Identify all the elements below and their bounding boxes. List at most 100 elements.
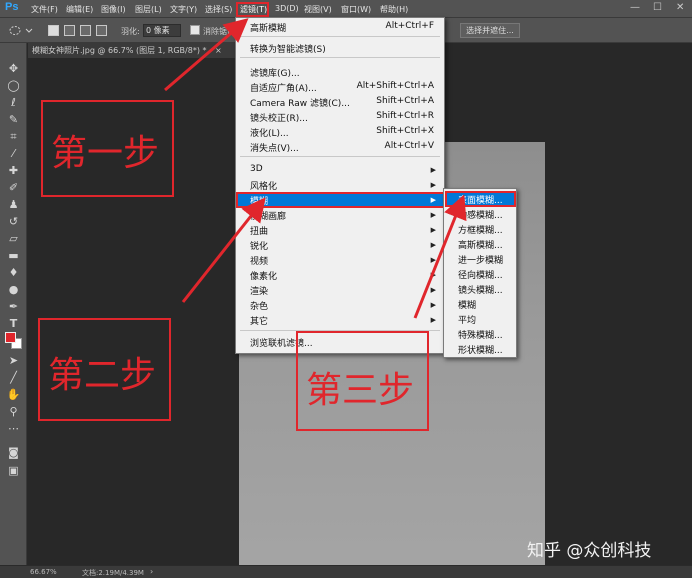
more-tools-icon[interactable]: ⋯ bbox=[6, 421, 21, 436]
submenu-item-motion-blur[interactable]: 动感模糊... bbox=[458, 208, 503, 221]
submenu-item-blur-more[interactable]: 进一步模糊 bbox=[458, 253, 503, 266]
submenu-arrow-icon: ▶ bbox=[430, 301, 436, 309]
select-and-mask-button[interactable]: 选择并遮住... bbox=[460, 23, 520, 38]
foreground-color-swatch[interactable] bbox=[5, 332, 16, 343]
menu-item-noise[interactable]: 杂色 bbox=[250, 299, 268, 312]
zoom-level[interactable]: 66.67% bbox=[30, 568, 57, 576]
eraser-tool-icon[interactable]: ▱ bbox=[6, 231, 21, 246]
menu-separator bbox=[240, 57, 440, 58]
new-selection-icon[interactable] bbox=[48, 25, 59, 36]
close-icon[interactable]: ✕ bbox=[676, 2, 684, 13]
clone-stamp-tool-icon[interactable]: ♟ bbox=[6, 197, 21, 212]
menu-item-shortcut: Shift+Ctrl+X bbox=[376, 126, 434, 136]
tools-panel: ✥ ◯ ℓ ✎ ⌗ ⁄ ✚ ✐ ♟ ↺ ▱ ▬ ♦ ● ✒ T ➤ ╱ ✋ ⚲ … bbox=[0, 43, 27, 565]
hand-tool-icon[interactable]: ✋ bbox=[6, 387, 21, 402]
menu-item-video[interactable]: 视频 bbox=[250, 254, 268, 267]
marquee-tool-icon[interactable]: ◯ bbox=[6, 78, 21, 93]
menu-file[interactable]: 文件(F) bbox=[31, 4, 58, 15]
menu-layer[interactable]: 图层(L) bbox=[135, 4, 162, 15]
gradient-tool-icon[interactable]: ▬ bbox=[6, 248, 21, 263]
shape-tool-icon[interactable]: ╱ bbox=[6, 370, 21, 385]
menu-help[interactable]: 帮助(H) bbox=[380, 4, 408, 15]
menu-item-last-filter[interactable]: 高斯模糊 bbox=[250, 21, 286, 34]
antialias-checkbox[interactable] bbox=[190, 25, 200, 35]
add-selection-icon[interactable] bbox=[64, 25, 75, 36]
step1-label: 第一步 bbox=[51, 133, 160, 174]
submenu-item-shape-blur[interactable]: 形状模糊... bbox=[458, 343, 503, 356]
tab-close-icon[interactable]: × bbox=[215, 46, 222, 55]
menu-view[interactable]: 视图(V) bbox=[304, 4, 332, 15]
history-brush-tool-icon[interactable]: ↺ bbox=[6, 214, 21, 229]
minimize-icon[interactable]: — bbox=[630, 2, 640, 13]
menu-item-shortcut: Shift+Ctrl+A bbox=[376, 96, 434, 106]
feather-input[interactable]: 0 像素 bbox=[143, 24, 181, 37]
menu-window[interactable]: 窗口(W) bbox=[341, 4, 371, 15]
menu-item-blur-gallery[interactable]: 模糊画廊 bbox=[250, 209, 286, 222]
feather-label: 羽化: bbox=[121, 27, 140, 36]
submenu-item-lens-blur[interactable]: 镜头模糊... bbox=[458, 283, 503, 296]
submenu-item-smart-blur[interactable]: 特殊模糊... bbox=[458, 328, 503, 341]
marquee-preset-icon[interactable] bbox=[8, 24, 36, 37]
menu-item-distort[interactable]: 扭曲 bbox=[250, 224, 268, 237]
submenu-arrow-icon: ▶ bbox=[430, 271, 436, 279]
menu-item-camera-raw[interactable]: Camera Raw 滤镜(C)... bbox=[250, 96, 350, 109]
dodge-tool-icon[interactable]: ● bbox=[6, 282, 21, 297]
move-tool-icon[interactable]: ✥ bbox=[6, 61, 21, 76]
submenu-item-gaussian-blur[interactable]: 高斯模糊... bbox=[458, 238, 503, 251]
menu-select[interactable]: 选择(S) bbox=[205, 4, 232, 15]
menu-item-convert-smart-filter[interactable]: 转换为智能滤镜(S) bbox=[250, 42, 326, 55]
menu-separator bbox=[240, 36, 440, 37]
step3-label: 第三步 bbox=[306, 370, 415, 411]
menu-item-render[interactable]: 渲染 bbox=[250, 284, 268, 297]
submenu-arrow-icon: ▶ bbox=[430, 211, 436, 219]
menu-item-sharpen[interactable]: 锐化 bbox=[250, 239, 268, 252]
quick-select-tool-icon[interactable]: ✎ bbox=[6, 112, 21, 127]
healing-brush-tool-icon[interactable]: ✚ bbox=[6, 163, 21, 178]
submenu-arrow-icon: ▶ bbox=[430, 316, 436, 324]
menu-item-3d[interactable]: 3D bbox=[250, 164, 263, 174]
submenu-item-average[interactable]: 平均 bbox=[458, 313, 476, 326]
status-menu-arrow-icon[interactable]: › bbox=[150, 567, 153, 576]
menu-item-vanishing-point[interactable]: 消失点(V)... bbox=[250, 141, 299, 154]
submenu-arrow-icon: ▶ bbox=[430, 226, 436, 234]
submenu-arrow-icon: ▶ bbox=[430, 181, 436, 189]
lasso-tool-icon[interactable]: ℓ bbox=[6, 95, 21, 110]
crop-tool-icon[interactable]: ⌗ bbox=[6, 129, 21, 144]
pen-tool-icon[interactable]: ✒ bbox=[6, 299, 21, 314]
menu-item-stylize[interactable]: 风格化 bbox=[250, 179, 277, 192]
maximize-icon[interactable]: ☐ bbox=[653, 2, 662, 13]
subtract-selection-icon[interactable] bbox=[80, 25, 91, 36]
status-bar: 66.67% 文档:2.19M/4.39M › bbox=[0, 565, 692, 578]
menu-item-filter-gallery[interactable]: 滤镜库(G)... bbox=[250, 66, 300, 79]
menu-edit[interactable]: 编辑(E) bbox=[66, 4, 93, 15]
menu-3d[interactable]: 3D(D) bbox=[275, 4, 299, 13]
menu-item-other[interactable]: 其它 bbox=[250, 314, 268, 327]
type-tool-icon[interactable]: T bbox=[6, 316, 21, 331]
document-size: 文档:2.19M/4.39M bbox=[82, 569, 144, 577]
menu-item-pixelate[interactable]: 像素化 bbox=[250, 269, 277, 282]
filter-dropdown-menu: 高斯模糊 Alt+Ctrl+F 转换为智能滤镜(S) 滤镜库(G)... 自适应… bbox=[235, 17, 445, 354]
document-tab[interactable]: 模糊女神照片.jpg @ 66.7% (图层 1, RGB/8*) * × bbox=[28, 43, 238, 58]
menu-item-adaptive-wide-angle[interactable]: 自适应广角(A)... bbox=[250, 81, 317, 94]
menu-item-lens-correction[interactable]: 镜头校正(R)... bbox=[250, 111, 308, 124]
screen-mode-icon[interactable]: ▣ bbox=[6, 463, 21, 478]
path-select-tool-icon[interactable]: ➤ bbox=[6, 353, 21, 368]
submenu-item-radial-blur[interactable]: 径向模糊... bbox=[458, 268, 503, 281]
eyedropper-tool-icon[interactable]: ⁄ bbox=[6, 146, 21, 161]
menu-item-liquify[interactable]: 液化(L)... bbox=[250, 126, 289, 139]
brush-tool-icon[interactable]: ✐ bbox=[6, 180, 21, 195]
submenu-item-blur[interactable]: 模糊 bbox=[458, 298, 476, 311]
antialias-label: 消除锯齿 bbox=[203, 27, 235, 36]
zoom-tool-icon[interactable]: ⚲ bbox=[6, 404, 21, 419]
quick-mask-icon[interactable]: ◙ bbox=[6, 445, 21, 460]
menu-bar: Ps 文件(F) 编辑(E) 图像(I) 图层(L) 文字(Y) 选择(S) 滤… bbox=[0, 0, 692, 18]
submenu-item-box-blur[interactable]: 方框模糊... bbox=[458, 223, 503, 236]
menu-type[interactable]: 文字(Y) bbox=[170, 4, 197, 15]
blur-tool-icon[interactable]: ♦ bbox=[6, 265, 21, 280]
blur-highlight-box bbox=[236, 192, 445, 208]
intersect-selection-icon[interactable] bbox=[96, 25, 107, 36]
menu-image[interactable]: 图像(I) bbox=[101, 4, 126, 15]
menu-item-shortcut: Alt+Ctrl+F bbox=[385, 21, 434, 31]
photoshop-logo: Ps bbox=[5, 1, 19, 13]
filter-menu-highlight-box bbox=[236, 2, 269, 17]
